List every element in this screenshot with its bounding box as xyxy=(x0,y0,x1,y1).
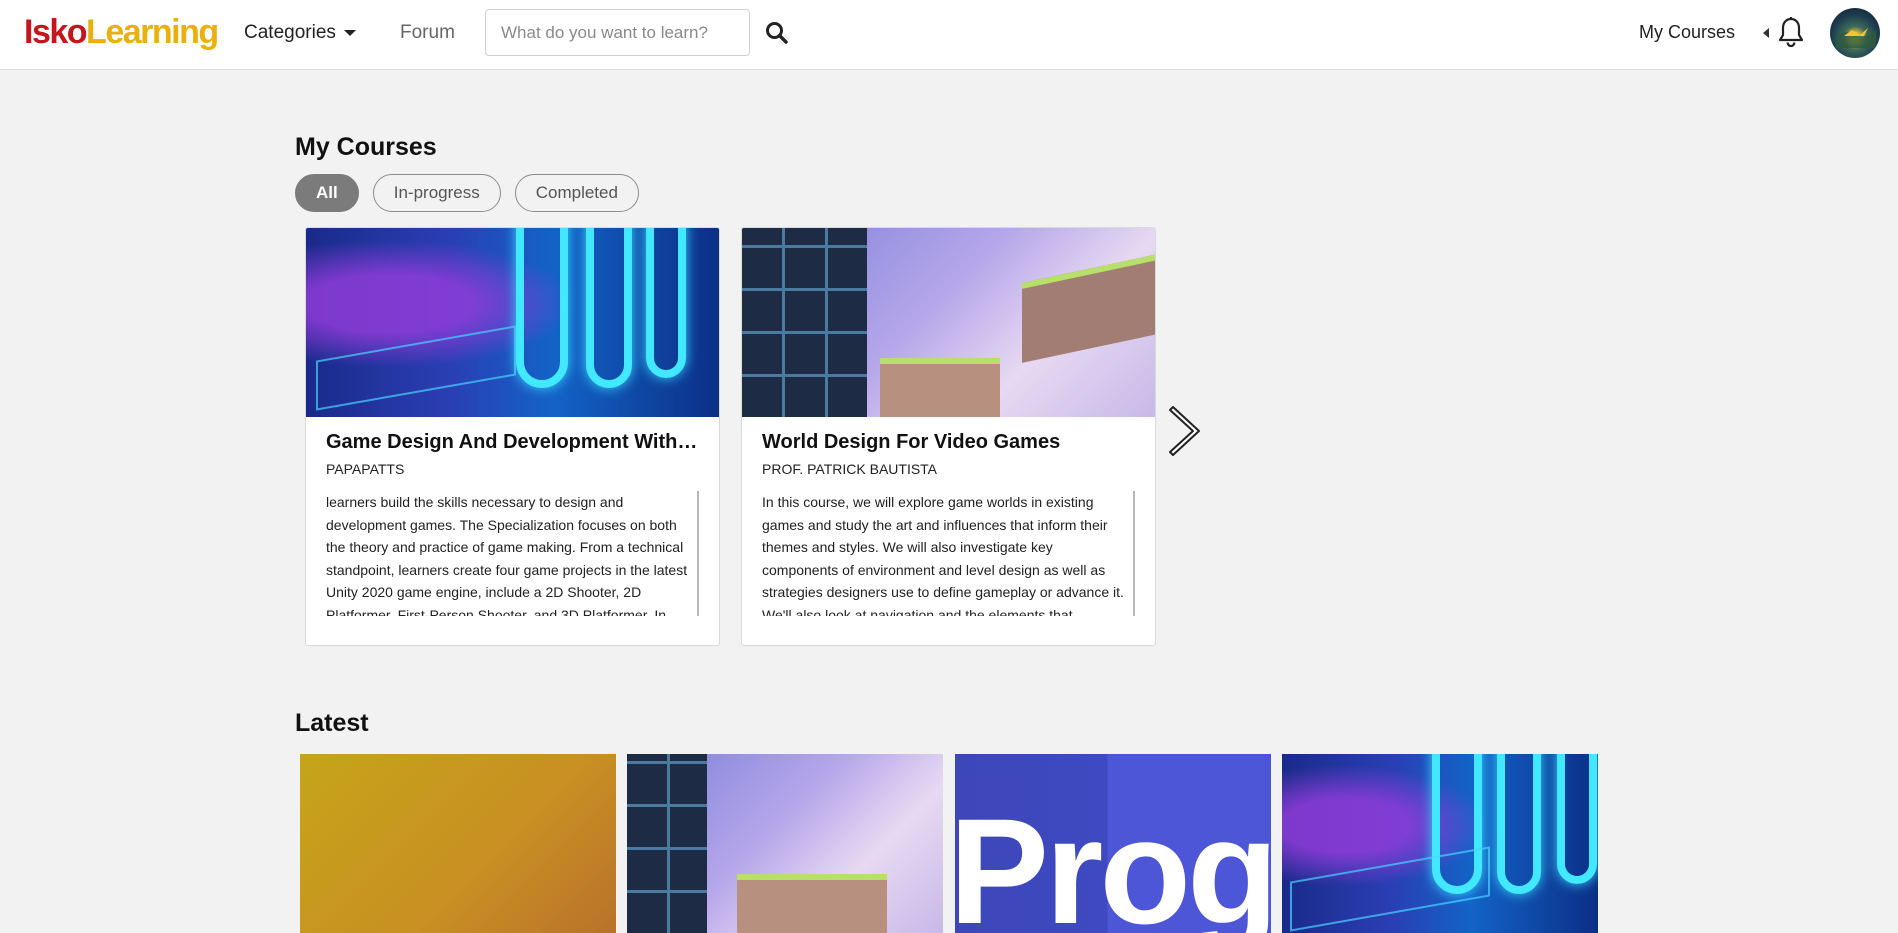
course-title[interactable]: World Design For Video Games xyxy=(762,429,1135,455)
carousel-next-button[interactable] xyxy=(1167,404,1203,458)
latest-heading: Latest xyxy=(295,709,369,737)
filter-completed[interactable]: Completed xyxy=(514,174,639,212)
chevron-right-icon xyxy=(1169,406,1200,456)
course-thumbnail-platformer xyxy=(742,228,1155,417)
caret-down-icon xyxy=(343,30,356,36)
top-navbar: IskoLearning Categories Forum My Courses xyxy=(0,0,1898,70)
latest-thumb-text: Progr xyxy=(955,787,1271,933)
caret-left-icon xyxy=(1763,28,1769,38)
categories-label: Categories xyxy=(244,22,336,43)
search-icon xyxy=(766,22,788,44)
user-avatar[interactable] xyxy=(1830,8,1880,58)
latest-course-card[interactable] xyxy=(1282,754,1598,933)
logo-part-isko: Isko xyxy=(24,13,88,51)
logo[interactable]: IskoLearning xyxy=(24,12,219,52)
course-card[interactable]: Game Design And Development With U... PA… xyxy=(305,227,720,646)
course-title[interactable]: Game Design And Development With U... xyxy=(326,429,699,455)
course-filter-group: All In-progress Completed xyxy=(295,174,639,212)
course-card[interactable]: World Design For Video Games PROF. PATRI… xyxy=(741,227,1156,646)
bell-icon xyxy=(1778,17,1804,48)
latest-course-card[interactable] xyxy=(627,754,943,933)
logo-part-learning: Learning xyxy=(86,13,219,51)
filter-in-progress[interactable]: In-progress xyxy=(372,174,501,212)
latest-course-card[interactable]: Progr xyxy=(955,754,1271,933)
search-button[interactable] xyxy=(764,20,790,46)
course-author: PROF. PATRICK BAUTISTA xyxy=(762,461,938,477)
course-description[interactable]: learners build the skills necessary to d… xyxy=(326,491,699,616)
course-thumbnail-cyber xyxy=(306,228,719,417)
categories-dropdown[interactable]: Categories xyxy=(244,20,356,46)
avatar-image xyxy=(1836,28,1876,48)
latest-course-card[interactable] xyxy=(300,754,616,933)
my-courses-heading: My Courses xyxy=(295,133,437,161)
search-input[interactable] xyxy=(485,9,750,56)
forum-link[interactable]: Forum xyxy=(400,20,455,46)
course-author: PAPAPATTS xyxy=(326,461,405,477)
filter-all[interactable]: All xyxy=(295,174,359,212)
course-description[interactable]: In this course, we will explore game wor… xyxy=(762,491,1135,616)
notifications-button[interactable] xyxy=(1776,16,1806,48)
my-courses-link[interactable]: My Courses xyxy=(1639,20,1735,44)
